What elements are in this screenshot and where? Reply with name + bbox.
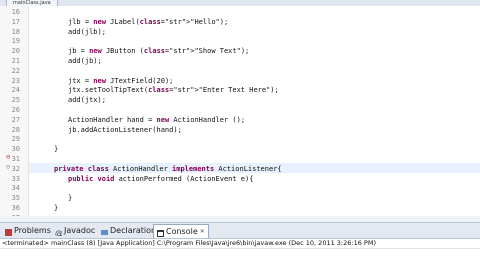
code-line[interactable]: } [54, 145, 58, 155]
console-output[interactable] [0, 248, 480, 271]
tab-javadoc[interactable]: @ Javadoc [52, 224, 98, 238]
line-number: 23 [11, 76, 20, 85]
declaration-icon [101, 227, 108, 235]
code-line[interactable]: add(jlb); [68, 28, 106, 38]
line-number: 28 [11, 125, 20, 134]
code-line[interactable]: add(jtx); [68, 96, 106, 106]
code-line[interactable]: private class ActionHandler implements A… [54, 165, 282, 175]
code-editor[interactable]: ⊖ ⊖ 16 17 jlb = new JLabel(class="str">"He… [0, 6, 480, 241]
code-line[interactable]: jb = new JButton (class="str">"Show Text… [68, 47, 249, 57]
line-number: 34 [11, 184, 20, 193]
view-tab-bar: Problems @ Javadoc Declaration Console ✕ [0, 222, 480, 239]
code-line[interactable]: add(jb); [68, 57, 102, 67]
problems-icon [5, 227, 12, 236]
code-line[interactable]: public void actionPerformed (ActionEvent… [68, 175, 253, 185]
line-number: 26 [11, 106, 20, 114]
code-line[interactable]: jtx.setToolTipText(class="str">"Enter Te… [68, 86, 279, 96]
line-number: 22 [11, 66, 20, 75]
code-line[interactable]: } [68, 194, 72, 204]
code-line[interactable]: } [54, 204, 58, 214]
tab-console[interactable]: Console ✕ [153, 224, 209, 238]
console-icon [157, 228, 164, 237]
line-number: 21 [11, 57, 20, 65]
line-number: 29 [11, 135, 20, 144]
line-number: 20 [11, 47, 20, 56]
line-number: 18 [11, 27, 20, 36]
code-line[interactable]: jlb = new JLabel(class="str">"Hello"); [68, 18, 228, 28]
tab-declaration[interactable]: Declaration [98, 224, 159, 237]
line-number: 30 [11, 145, 20, 154]
line-number: 35 [11, 194, 20, 203]
line-number: 32 [11, 164, 20, 173]
line-number: 19 [11, 37, 20, 46]
line-number: 36 [11, 204, 20, 212]
line-number: 33 [11, 174, 20, 183]
code-line[interactable]: jtx = new JTextField(20); [68, 77, 173, 87]
code-line[interactable]: jb.addActionListener(hand); [68, 126, 182, 136]
line-number: 16 [11, 8, 20, 16]
code-line[interactable]: ActionHandler hand = new ActionHandler (… [68, 116, 245, 126]
console-status: <terminated> mainClass (8) [Java Applica… [2, 239, 376, 247]
tab-problems[interactable]: Problems [2, 224, 54, 237]
line-number: 31 [11, 155, 20, 163]
line-number: 25 [11, 96, 20, 105]
close-icon[interactable]: ✕ [200, 225, 205, 238]
line-number: 27 [11, 115, 20, 124]
javadoc-icon: @ [55, 227, 63, 238]
line-number: 24 [11, 86, 20, 95]
line-number: 17 [11, 17, 20, 26]
svg-text:@: @ [55, 229, 62, 236]
